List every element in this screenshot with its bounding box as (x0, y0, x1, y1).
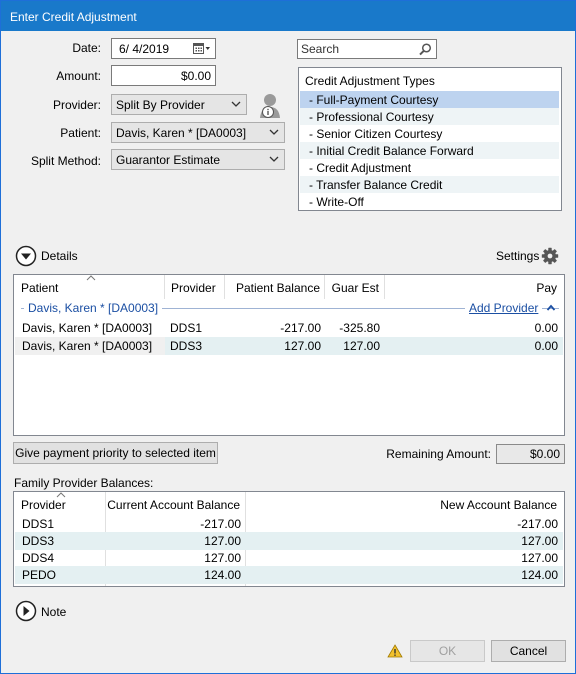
window-title: Enter Credit Adjustment (10, 10, 137, 24)
column-header-patient-balance[interactable]: Patient Balance (226, 281, 320, 295)
warning-icon (387, 644, 403, 658)
row-new-balance: 127.00 (521, 551, 558, 565)
cancel-button[interactable]: Cancel (491, 640, 566, 662)
row-current-balance: 124.00 (204, 568, 241, 582)
settings-label[interactable]: Settings (496, 249, 539, 263)
adjustment-types-header: Credit Adjustment Types (305, 74, 435, 88)
remaining-amount-value: $0.00 (496, 444, 565, 464)
adjustment-type-item[interactable]: - Write-Off (300, 193, 559, 210)
column-header-provider[interactable]: Provider (21, 498, 66, 512)
amount-field[interactable]: $0.00 (111, 65, 216, 86)
adjustment-type-item[interactable]: - Transfer Balance Credit (300, 176, 559, 193)
dialog-window: Enter Credit Adjustment Date: 6/ 4/2019 … (0, 0, 576, 674)
patient-label: Patient: (60, 126, 101, 140)
details-grid: Patient Provider Patient Balance Guar Es… (13, 274, 565, 436)
row-new-balance: -217.00 (517, 517, 558, 531)
column-divider (384, 275, 385, 299)
row-current-balance: -217.00 (200, 517, 241, 531)
patient-value: Davis, Karen * [DA0003] (116, 126, 247, 140)
row-new-balance: 127.00 (521, 534, 558, 548)
date-value: 6/ 4/2019 (119, 42, 170, 56)
remaining-amount-label: Remaining Amount: (386, 447, 491, 461)
calendar-icon[interactable] (193, 42, 211, 58)
family-balances-label: Family Provider Balances: (14, 476, 154, 490)
date-label: Date: (72, 41, 101, 55)
row-patient: Davis, Karen * [DA0003] (22, 321, 153, 335)
patient-select[interactable]: Davis, Karen * [DA0003] (111, 122, 285, 143)
column-header-current-balance[interactable]: Current Account Balance (107, 498, 240, 512)
search-placeholder: Search (301, 42, 340, 56)
column-header-provider[interactable]: Provider (171, 281, 216, 295)
split-method-select[interactable]: Guarantor Estimate (111, 149, 285, 170)
add-provider-link[interactable]: Add Provider (465, 301, 543, 315)
row-provider: PEDO (22, 568, 57, 582)
row-patient: Davis, Karen * [DA0003] (22, 339, 153, 353)
adjustment-type-item[interactable]: - Professional Courtesy (300, 108, 559, 125)
sort-ascending-icon[interactable] (86, 275, 96, 281)
split-method-value: Guarantor Estimate (116, 153, 221, 167)
row-provider: DDS1 (22, 517, 55, 531)
row-patient-balance: 127.00 (284, 339, 321, 353)
table-row[interactable]: Davis, Karen * [DA0003] DDS1 -217.00 -32… (15, 319, 563, 337)
ok-button[interactable]: OK (410, 640, 485, 662)
table-row[interactable]: DDS3 127.00 127.00 (15, 532, 563, 550)
search-icon[interactable] (419, 43, 432, 56)
row-pay[interactable]: 0.00 (385, 339, 558, 353)
row-provider: DDS3 (22, 534, 55, 548)
split-method-label: Split Method: (30, 154, 101, 168)
adjustment-types-list: Credit Adjustment Types - Full-Payment C… (298, 67, 562, 211)
provider-label: Provider: (52, 98, 101, 112)
amount-label: Amount: (56, 69, 101, 83)
chevron-down-icon (269, 129, 279, 135)
table-row[interactable]: DDS4 127.00 127.00 (15, 549, 563, 567)
column-header-pay[interactable]: Pay (386, 281, 557, 295)
note-expand-icon[interactable] (15, 600, 37, 622)
patient-info-icon[interactable] (258, 92, 284, 120)
column-divider (164, 275, 165, 299)
chevron-down-icon (231, 101, 241, 107)
details-toggle-label[interactable]: Details (41, 249, 78, 263)
note-toggle-label[interactable]: Note (41, 605, 66, 619)
adjustment-type-item[interactable]: - Full-Payment Courtesy (300, 91, 559, 108)
column-header-guar-est[interactable]: Guar Est (326, 281, 379, 295)
collapse-group-icon[interactable] (546, 304, 556, 312)
chevron-down-icon (269, 156, 279, 162)
provider-select[interactable]: Split By Provider (111, 94, 247, 115)
column-divider (224, 275, 225, 299)
adjustment-type-item[interactable]: - Senior Citizen Courtesy (300, 125, 559, 142)
provider-value: Split By Provider (116, 98, 205, 112)
table-row[interactable]: Davis, Karen * [DA0003] DDS3 127.00 127.… (15, 337, 563, 355)
row-guar-est: 127.00 (343, 339, 380, 353)
family-balances-grid: Provider Current Account Balance New Acc… (13, 491, 565, 587)
row-provider: DDS3 (170, 339, 203, 353)
row-current-balance: 127.00 (204, 551, 241, 565)
column-header-new-balance[interactable]: New Account Balance (247, 498, 557, 512)
title-bar: Enter Credit Adjustment (1, 1, 575, 31)
row-guar-est: -325.80 (339, 321, 380, 335)
date-field[interactable]: 6/ 4/2019 (111, 38, 216, 59)
row-new-balance: 124.00 (521, 568, 558, 582)
details-expand-icon[interactable] (15, 245, 37, 267)
row-pay[interactable]: 0.00 (385, 321, 558, 335)
row-provider: DDS1 (170, 321, 203, 335)
column-divider (324, 275, 325, 299)
column-header-patient[interactable]: Patient (21, 281, 58, 295)
row-current-balance: 127.00 (204, 534, 241, 548)
adjustment-type-item[interactable]: - Credit Adjustment (300, 159, 559, 176)
row-patient-balance: -217.00 (280, 321, 321, 335)
table-row[interactable]: DDS1 -217.00 -217.00 (15, 515, 563, 533)
row-provider: DDS4 (22, 551, 55, 565)
table-row[interactable]: PEDO 124.00 124.00 (15, 566, 563, 584)
give-priority-button[interactable]: Give payment priority to selected item (13, 442, 218, 464)
gear-icon[interactable] (541, 247, 559, 265)
group-patient-label: Davis, Karen * [DA0003] (24, 301, 163, 315)
adjustment-type-item[interactable]: - Initial Credit Balance Forward (300, 142, 559, 159)
search-input[interactable]: Search (297, 39, 437, 59)
